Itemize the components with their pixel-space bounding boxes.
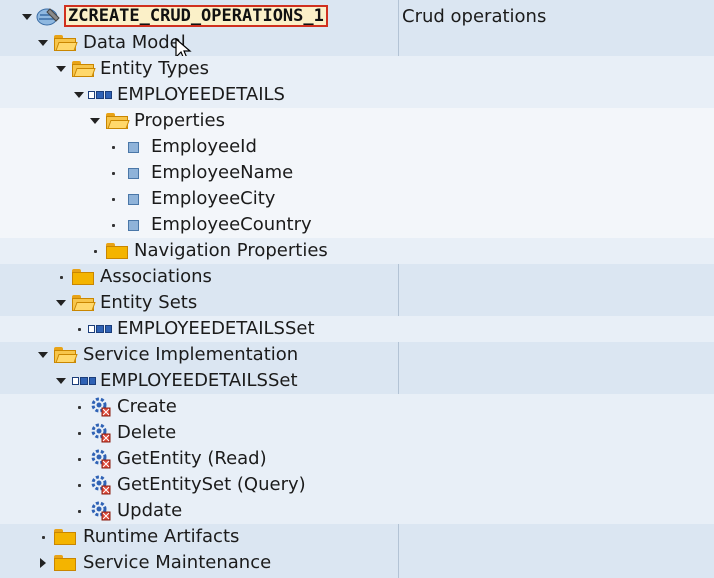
leaf-dot [74,480,84,490]
tree-node-label: Associations [100,266,212,287]
tree-node-operation[interactable]: Create [0,394,714,420]
tree-node-property[interactable]: EmployeeCity [0,186,714,212]
tree-node-entity-employee[interactable]: EMPLOYEEDETAILS [0,82,714,108]
tree-node-label: EmployeeId [151,136,257,157]
tree-node-label: Properties [134,110,225,131]
tree-node-service-implementation[interactable]: Service Implementation [0,342,714,368]
gear-icon [91,449,111,469]
tree-node-label: Data Model [83,32,186,53]
open-folder-icon [54,346,78,364]
leaf-dot [108,194,118,204]
root-node-description: Crud operations [402,6,547,27]
tree-node-label: Update [117,500,183,521]
gear-icon [91,475,111,495]
leaf-dot [74,402,84,412]
tree-node-label: EMPLOYEEDETAILSSet [100,370,298,391]
tree-node-property[interactable]: EmployeeId [0,134,714,160]
property-icon [128,142,139,153]
tree-node-label: Delete [117,422,177,443]
folder-icon [54,554,76,572]
tree-node-label: Entity Types [100,58,209,79]
tree-node-label: GetEntitySet (Query) [117,474,306,495]
tree-node-label: EMPLOYEEDETAILS [117,84,285,105]
leaf-dot [90,246,100,256]
root-node-label: ZCREATE_CRUD_OPERATIONS_1 [64,5,328,27]
leaf-dot [74,506,84,516]
tree-node-label: Create [117,396,177,417]
tree-node-label: GetEntity (Read) [117,448,267,469]
leaf-dot [56,272,66,282]
open-folder-icon [72,294,96,312]
collapse-toggle[interactable] [56,376,66,386]
open-folder-icon [72,60,96,78]
folder-icon [72,268,94,286]
tree-node-label: EMPLOYEEDETAILSSet [117,318,315,339]
open-folder-icon [54,34,78,52]
tree-node-operation[interactable]: Update [0,498,714,524]
entity-set-icon [72,377,96,385]
tree-node-root[interactable]: ZCREATE_CRUD_OPERATIONS_1 Crud operation… [0,4,714,30]
tree-node-property[interactable]: EmployeeCountry [0,212,714,238]
tree-node-properties[interactable]: Properties [0,108,714,134]
gear-icon [91,423,111,443]
tree-node-operation[interactable]: GetEntitySet (Query) [0,472,714,498]
tree-node-navigation-properties[interactable]: Navigation Properties [0,238,714,264]
tree-node-label: EmployeeCountry [151,214,312,235]
leaf-dot [38,532,48,542]
open-folder-icon [106,112,130,130]
property-icon [128,194,139,205]
gear-icon [91,397,111,417]
property-icon [128,168,139,179]
tree-node-operation[interactable]: Delete [0,420,714,446]
collapse-toggle[interactable] [38,350,48,360]
tree-node-label: EmployeeCity [151,188,276,209]
collapse-toggle[interactable] [38,38,48,48]
tree-node-label: Service Implementation [83,344,299,365]
tree-node-label: Service Maintenance [83,552,272,573]
entity-type-icon [88,91,112,99]
tree-node-runtime-artifacts[interactable]: Runtime Artifacts [0,524,714,550]
leaf-dot [108,220,118,230]
collapse-toggle[interactable] [74,90,84,100]
tree-node-data-model[interactable]: Data Model [0,30,714,60]
tree-node-label: Runtime Artifacts [83,526,240,547]
leaf-dot [74,324,84,334]
leaf-dot [74,454,84,464]
folder-icon [106,242,128,260]
leaf-dot [108,168,118,178]
gear-icon [91,501,111,521]
collapse-toggle[interactable] [56,298,66,308]
leaf-dot [74,428,84,438]
tree-node-service-entity-set[interactable]: EMPLOYEEDETAILSSet [0,368,714,394]
service-project-icon [36,8,60,26]
service-tree: ZCREATE_CRUD_OPERATIONS_1 Crud operation… [0,4,714,576]
tree-node-operation[interactable]: GetEntity (Read) [0,446,714,472]
tree-node-property[interactable]: EmployeeName [0,160,714,186]
collapse-toggle[interactable] [90,116,100,126]
tree-node-label: Navigation Properties [134,240,328,261]
tree-node-label: Entity Sets [100,292,198,313]
folder-icon [54,528,76,546]
collapse-toggle[interactable] [56,64,66,74]
tree-node-service-maintenance[interactable]: Service Maintenance [0,550,714,576]
expand-toggle[interactable] [38,558,48,568]
tree-node-entity-types[interactable]: Entity Types [0,56,714,82]
entity-set-icon [88,325,112,333]
tree-node-entity-set[interactable]: EMPLOYEEDETAILSSet [0,316,714,342]
tree-node-associations[interactable]: Associations [0,264,714,290]
tree-node-label: EmployeeName [151,162,294,183]
leaf-dot [108,142,118,152]
collapse-toggle[interactable] [22,12,32,22]
property-icon [128,220,139,231]
tree-node-entity-sets[interactable]: Entity Sets [0,290,714,316]
